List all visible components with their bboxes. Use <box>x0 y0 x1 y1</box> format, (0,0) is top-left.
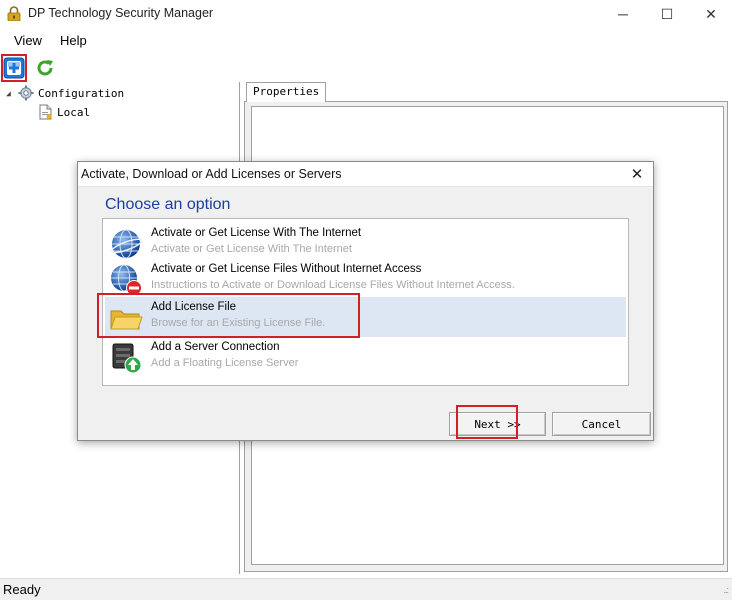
toolbar <box>0 54 732 82</box>
title-bar: DP Technology Security Manager ─ ☐ ✕ <box>0 0 732 28</box>
menu-help[interactable]: Help <box>60 33 87 48</box>
option-subtitle: Browse for an Existing License File. <box>151 317 326 329</box>
add-icon <box>3 57 25 82</box>
server-connection-icon <box>109 341 143 375</box>
option-title: Add a Server Connection <box>151 341 280 353</box>
dialog-title-bar: Activate, Download or Add Licenses or Se… <box>78 162 653 187</box>
option-activate-online[interactable]: Activate or Get License With The Interne… <box>105 223 626 263</box>
option-activate-offline[interactable]: Activate or Get License Files Without In… <box>105 259 626 299</box>
next-button[interactable]: Next >> <box>449 412 546 436</box>
document-icon <box>38 104 53 120</box>
option-subtitle: Add a Floating License Server <box>151 357 299 369</box>
menu-bar: View Help <box>0 30 732 52</box>
refresh-icon <box>34 57 56 82</box>
lock-icon <box>7 6 21 22</box>
option-add-server-connection[interactable]: Add a Server Connection Add a Floating L… <box>105 337 626 377</box>
status-text: Ready <box>3 582 41 597</box>
gear-icon <box>18 85 34 101</box>
expand-arrow-icon[interactable]: ◢ <box>6 89 16 98</box>
tree-item-label: Local <box>57 105 91 119</box>
option-subtitle: Activate or Get License With The Interne… <box>151 243 352 255</box>
dialog-close-button[interactable]: ✕ <box>627 164 647 184</box>
add-license-toolbar-button[interactable] <box>1 56 27 82</box>
option-title: Activate or Get License With The Interne… <box>151 227 362 239</box>
maximize-button[interactable]: ☐ <box>644 0 690 28</box>
window-title: DP Technology Security Manager <box>28 6 214 20</box>
resize-grip[interactable]: ..: <box>723 585 728 595</box>
dialog-heading: Choose an option <box>105 196 231 213</box>
option-title: Add License File <box>151 301 237 313</box>
tab-properties[interactable]: Properties <box>246 82 327 102</box>
globe-blocked-icon <box>109 263 143 297</box>
option-add-license-file[interactable]: Add License File Browse for an Existing … <box>105 297 626 337</box>
tree-item-local[interactable]: Local <box>38 103 90 121</box>
options-list: Activate or Get License With The Interne… <box>102 218 629 386</box>
dialog-title: Activate, Download or Add Licenses or Se… <box>81 167 342 181</box>
refresh-toolbar-button[interactable] <box>32 56 58 82</box>
close-window-button[interactable]: ✕ <box>688 0 732 28</box>
menu-view[interactable]: View <box>14 33 42 48</box>
minimize-button[interactable]: ─ <box>600 0 646 28</box>
option-title: Activate or Get License Files Without In… <box>151 263 422 275</box>
option-subtitle: Instructions to Activate or Download Lic… <box>151 279 515 291</box>
tree-item-label: Configuration <box>38 86 125 100</box>
cancel-button[interactable]: Cancel <box>552 412 651 436</box>
license-options-dialog: Activate, Download or Add Licenses or Se… <box>77 161 654 441</box>
status-bar: Ready ..: <box>0 578 732 600</box>
globe-icon <box>109 227 143 261</box>
folder-icon <box>109 301 143 335</box>
tree-item-configuration[interactable]: ◢ Configuration <box>6 84 124 102</box>
